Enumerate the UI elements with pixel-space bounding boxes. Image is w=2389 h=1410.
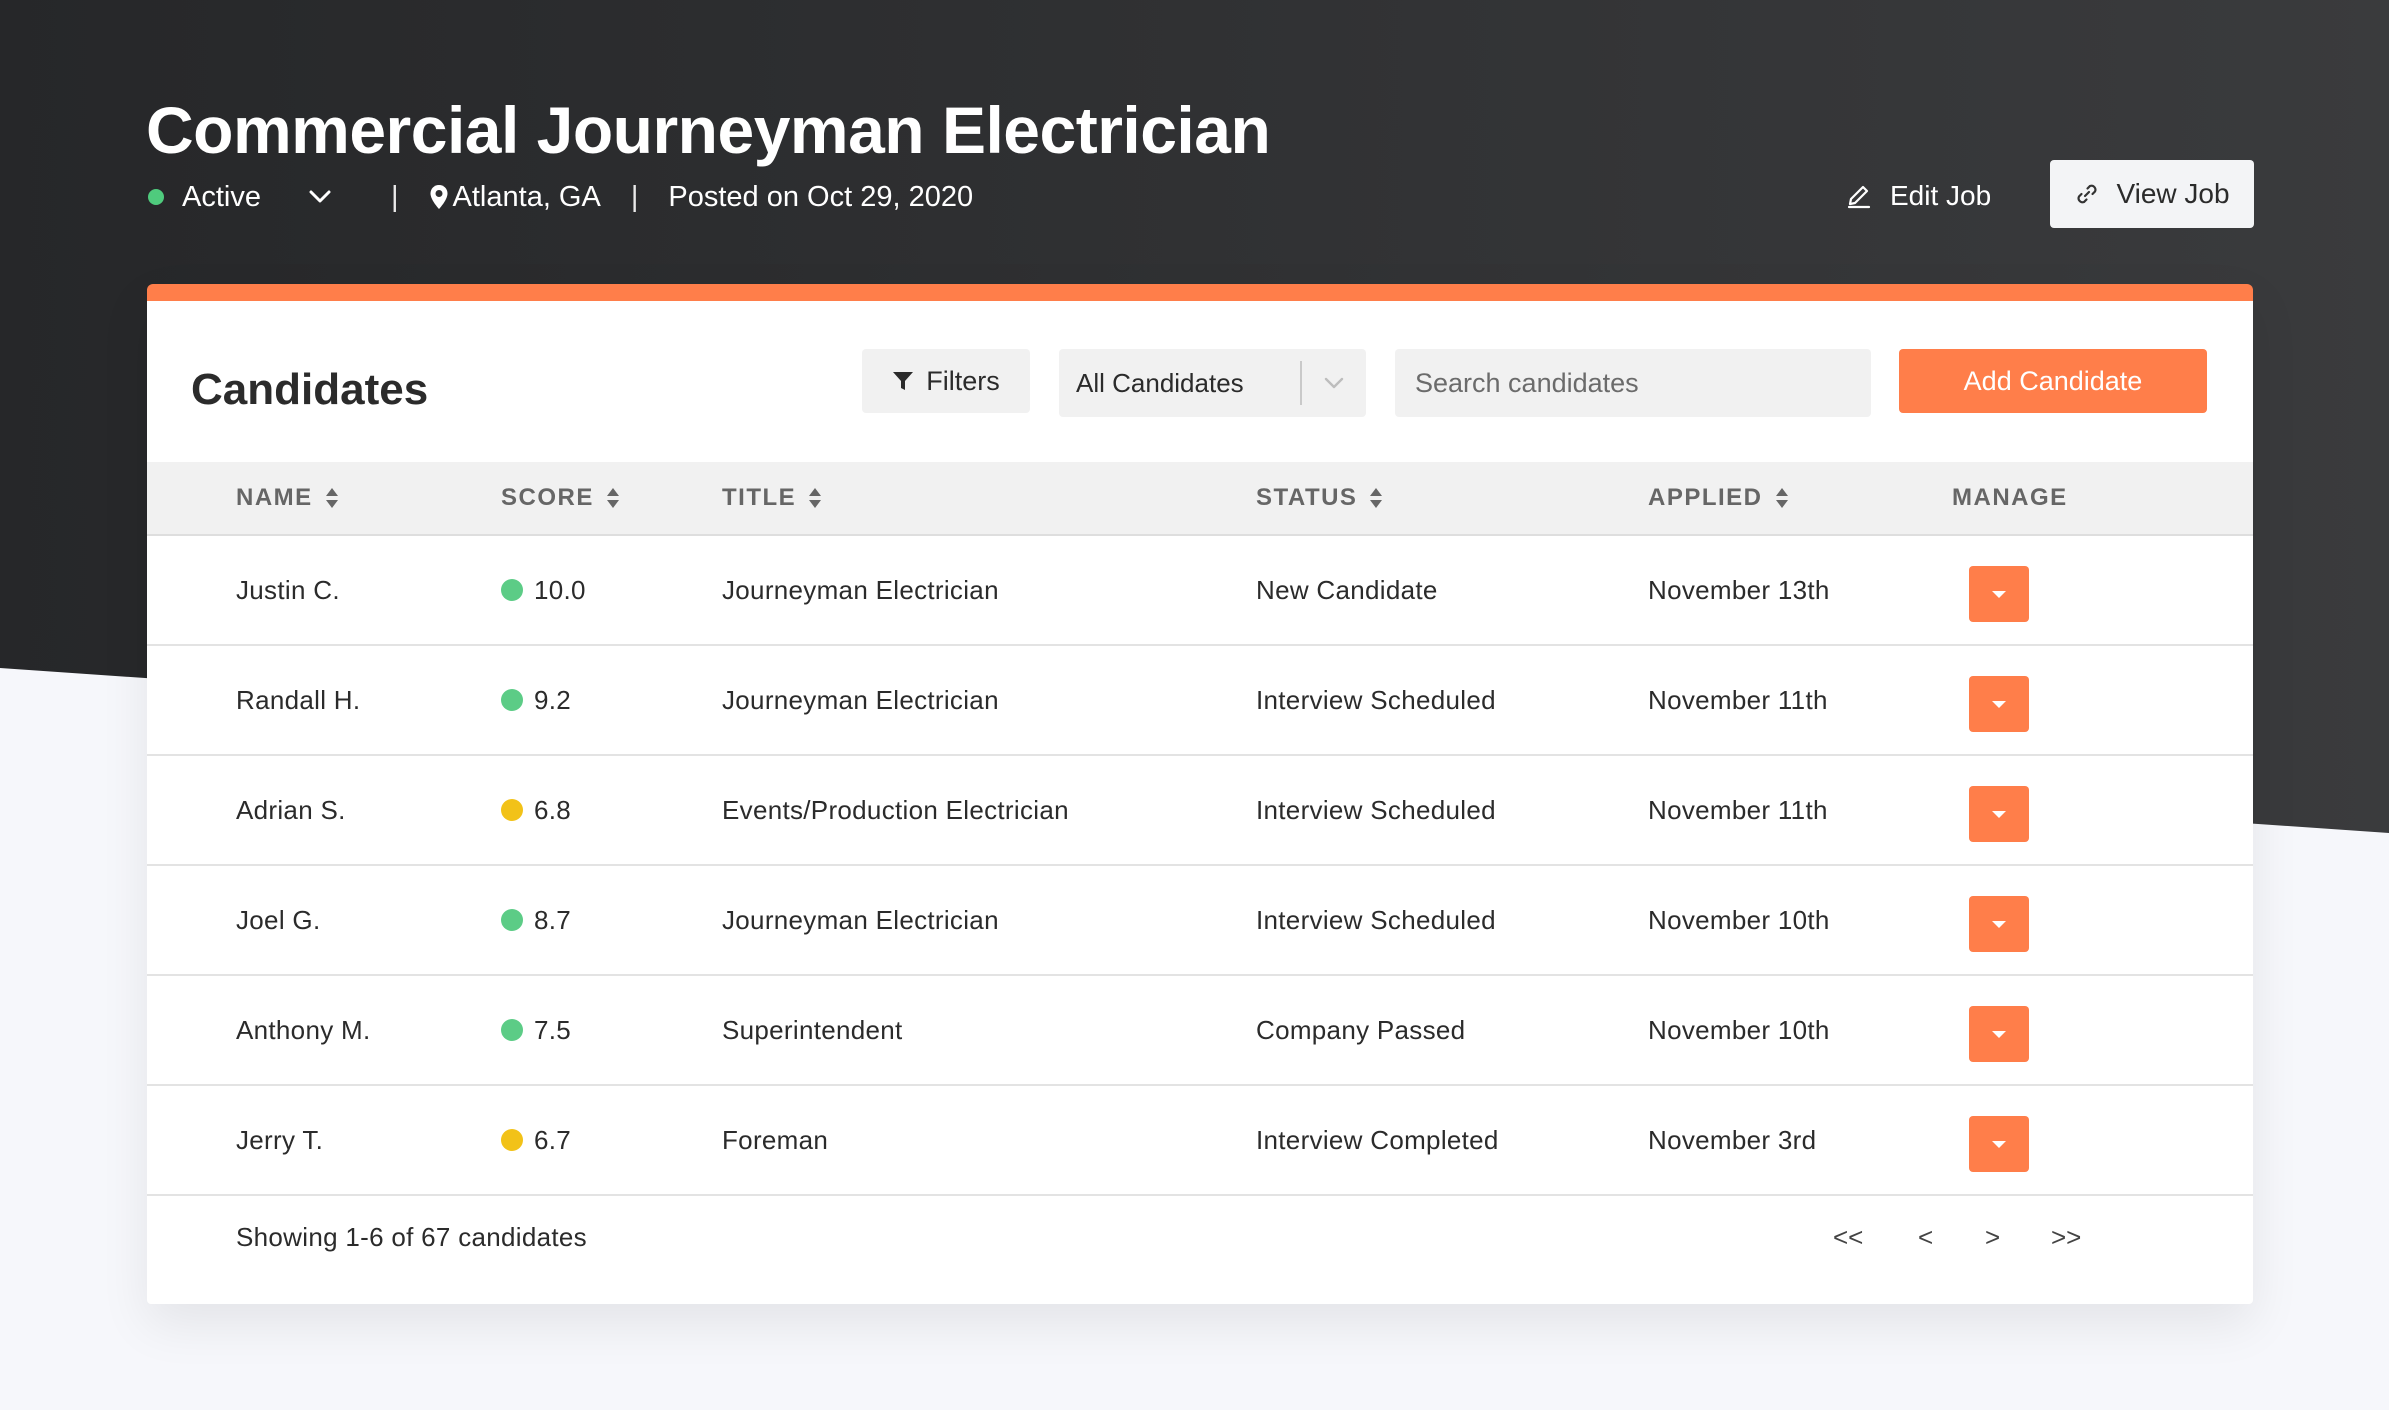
sort-icon [808, 487, 822, 509]
manage-dropdown-button[interactable] [1969, 786, 2029, 842]
candidate-score: 8.7 [501, 866, 571, 974]
candidate-title: Journeyman Electrician [722, 574, 999, 605]
column-header-manage: MANAGE [1952, 484, 2068, 511]
funnel-icon [892, 370, 914, 392]
view-job-button[interactable]: View Job [2050, 160, 2254, 228]
candidate-status: New Candidate [1256, 574, 1438, 605]
candidate-applied: November 11th [1648, 794, 1828, 825]
map-pin-icon [429, 184, 449, 210]
candidate-title: Superintendent [722, 1014, 903, 1045]
candidate-status: Company Passed [1256, 1014, 1466, 1045]
pencil-icon [1846, 183, 1872, 209]
table-row: Joel G. 8.7 Journeyman Electrician Inter… [147, 866, 2253, 976]
view-job-label: View Job [2116, 178, 2230, 209]
caret-down-icon [1992, 1140, 2006, 1148]
caret-down-icon [1992, 590, 2006, 598]
job-location: Atlanta, GA [452, 180, 601, 213]
sort-icon [325, 487, 339, 509]
table-row: Adrian S. 6.8 Events/Production Electric… [147, 756, 2253, 866]
score-dot-icon [501, 1019, 523, 1041]
pagination-next-button[interactable]: > [1985, 1219, 2000, 1255]
status-dot-icon [148, 189, 164, 205]
pagination-prev-button[interactable]: < [1918, 1219, 1933, 1255]
score-dot-icon [501, 799, 523, 821]
candidate-score: 6.8 [501, 756, 571, 864]
candidate-name[interactable]: Joel G. [236, 866, 320, 974]
candidate-name[interactable]: Adrian S. [236, 756, 346, 864]
candidate-score: 6.7 [501, 1086, 571, 1194]
candidate-score: 9.2 [501, 646, 571, 754]
candidate-score: 10.0 [501, 536, 586, 644]
candidate-title: Journeyman Electrician [722, 904, 999, 935]
caret-down-icon [1992, 920, 2006, 928]
candidate-applied: November 10th [1648, 904, 1830, 935]
meta-separator: | [630, 180, 639, 213]
pagination-first-button[interactable]: << [1833, 1219, 1863, 1255]
pagination-last-button[interactable]: >> [2051, 1219, 2081, 1255]
edit-job-label: Edit Job [1890, 180, 1992, 211]
candidate-name[interactable]: Randall H. [236, 646, 360, 754]
sort-icon [606, 487, 620, 509]
table-row: Jerry T. 6.7 Foreman Interview Completed… [147, 1086, 2253, 1196]
candidate-name[interactable]: Anthony M. [236, 976, 371, 1084]
filters-label: Filters [926, 365, 1000, 396]
score-dot-icon [501, 689, 523, 711]
edit-job-button[interactable]: Edit Job [1846, 168, 1991, 224]
job-title: Commercial Journeyman Electrician [146, 93, 1271, 167]
column-header-score[interactable]: SCORE [501, 462, 620, 534]
sort-icon [1369, 487, 1383, 509]
candidate-title: Foreman [722, 1124, 829, 1155]
candidate-applied: November 13th [1648, 574, 1830, 605]
add-candidate-button[interactable]: Add Candidate [1899, 349, 2207, 413]
candidate-title: Events/Production Electrician [722, 794, 1069, 825]
table-row: Justin C. 10.0 Journeyman Electrician Ne… [147, 536, 2253, 646]
score-dot-icon [501, 909, 523, 931]
meta-separator: | [390, 180, 399, 213]
manage-dropdown-button[interactable] [1969, 1006, 2029, 1062]
candidate-applied: November 10th [1648, 1014, 1830, 1045]
candidates-title: Candidates [191, 365, 429, 414]
caret-down-icon [1992, 1030, 2006, 1038]
column-header-applied[interactable]: APPLIED [1648, 462, 1789, 534]
caret-down-icon [1992, 810, 2006, 818]
score-dot-icon [501, 1129, 523, 1151]
candidate-status: Interview Scheduled [1256, 904, 1496, 935]
status-dropdown-chevron-icon[interactable] [303, 180, 337, 214]
select-value: All Candidates [1076, 367, 1244, 398]
table-header: NAME SCORE TITLE STATUS APPLIED MANAGE [147, 462, 2253, 536]
column-header-status[interactable]: STATUS [1256, 462, 1383, 534]
score-dot-icon [501, 579, 523, 601]
candidate-status: Interview Completed [1256, 1124, 1499, 1155]
table-row: Randall H. 9.2 Journeyman Electrician In… [147, 646, 2253, 756]
candidate-status: Interview Scheduled [1256, 794, 1496, 825]
sort-icon [1775, 487, 1789, 509]
job-posted-date: Posted on Oct 29, 2020 [668, 180, 974, 213]
manage-dropdown-button[interactable] [1969, 566, 2029, 622]
candidate-score: 7.5 [501, 976, 571, 1084]
candidate-name[interactable]: Jerry T. [236, 1086, 323, 1194]
candidate-title: Journeyman Electrician [722, 684, 999, 715]
chevron-down-icon [1302, 349, 1366, 417]
candidate-applied: November 11th [1648, 684, 1828, 715]
link-icon [2074, 181, 2100, 207]
candidate-name[interactable]: Justin C. [236, 536, 340, 644]
candidate-filter-select[interactable]: All Candidates [1059, 349, 1366, 417]
caret-down-icon [1992, 700, 2006, 708]
manage-dropdown-button[interactable] [1969, 896, 2029, 952]
job-status: Active [182, 180, 261, 213]
table-row: Anthony M. 7.5 Superintendent Company Pa… [147, 976, 2253, 1086]
column-header-title[interactable]: TITLE [722, 462, 822, 534]
candidates-card: Candidates Filters All Candidates Add Ca… [147, 284, 2253, 1304]
column-header-name[interactable]: NAME [236, 462, 339, 534]
candidate-status: Interview Scheduled [1256, 684, 1496, 715]
filters-button[interactable]: Filters [862, 349, 1030, 413]
pagination-summary: Showing 1-6 of 67 candidates [236, 1221, 587, 1252]
job-meta: Active | Atlanta, GA | Posted on Oct 29,… [148, 175, 973, 219]
candidate-applied: November 3rd [1648, 1124, 1817, 1155]
manage-dropdown-button[interactable] [1969, 676, 2029, 732]
search-input[interactable] [1395, 349, 1871, 417]
manage-dropdown-button[interactable] [1969, 1116, 2029, 1172]
